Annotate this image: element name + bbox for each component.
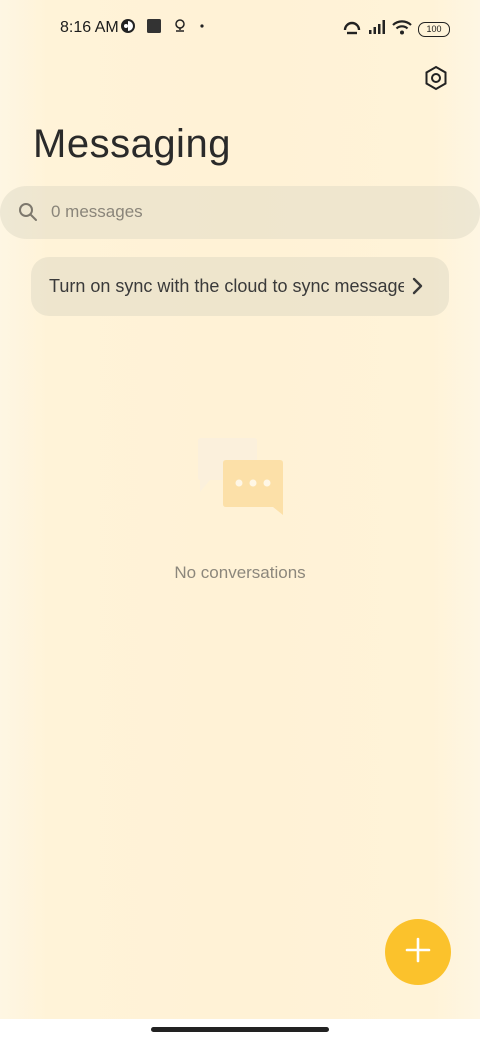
app-status-icon	[120, 18, 136, 39]
search-input[interactable]	[51, 202, 431, 222]
square-icon	[146, 18, 162, 39]
chevron-right-icon	[411, 277, 423, 300]
search-icon	[18, 202, 38, 227]
empty-state-text: No conversations	[174, 563, 306, 582]
settings-hex-icon	[423, 65, 449, 96]
status-left-icons	[120, 18, 206, 39]
status-right-icons: 100	[342, 18, 450, 41]
home-indicator[interactable]	[151, 1027, 329, 1032]
signal-icon	[368, 19, 386, 40]
settings-button[interactable]	[420, 64, 452, 96]
plus-icon	[405, 937, 431, 968]
page-title: Messaging	[33, 122, 231, 166]
hotspot-icon	[342, 18, 362, 41]
wifi-icon	[392, 19, 412, 40]
location-icon	[172, 18, 188, 39]
search-bar[interactable]	[0, 186, 480, 239]
navigation-bar	[0, 1019, 480, 1040]
status-bar: 8:16 AM 100	[0, 0, 480, 56]
new-conversation-button[interactable]	[385, 919, 451, 985]
status-time: 8:16 AM	[60, 19, 119, 36]
sync-banner-text: Turn on sync with the cloud to sync mess…	[49, 276, 404, 296]
battery-icon: 100	[418, 22, 450, 37]
dot-icon	[198, 18, 206, 39]
sync-banner[interactable]: Turn on sync with the cloud to sync mess…	[31, 257, 449, 316]
chat-bubbles-icon	[196, 437, 286, 517]
